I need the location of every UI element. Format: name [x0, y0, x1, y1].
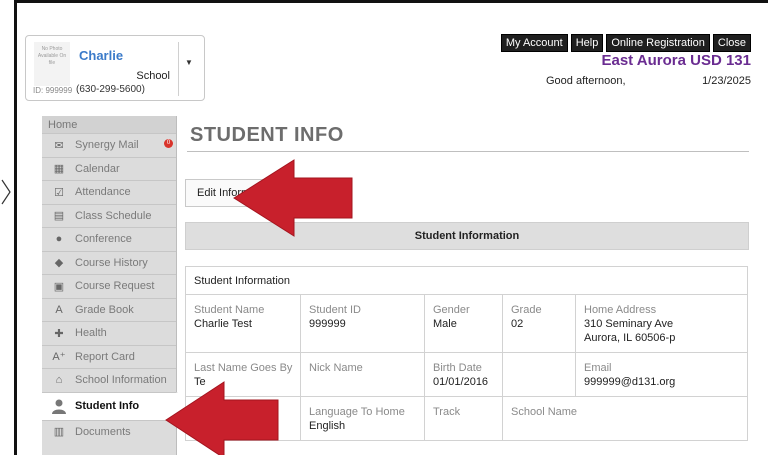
red-arrow-to-student-info	[165, 381, 279, 455]
sidebar-item-class-schedule[interactable]: ▤ Class Schedule	[42, 203, 176, 228]
sidebar-home[interactable]: Home	[42, 116, 176, 133]
table-cell: Birth Date 01/01/2016	[425, 353, 503, 396]
student-id: ID: 999999	[33, 86, 73, 95]
sidebar-item-label: Course Request	[75, 280, 155, 293]
district-name: East Aurora USD 131	[601, 52, 751, 69]
sidebar-item-health[interactable]: ✚ Health	[42, 321, 176, 345]
sidebar-item-label: Class Schedule	[75, 209, 152, 222]
page-title: STUDENT INFO	[190, 124, 344, 146]
my-account-button[interactable]: My Account	[500, 34, 568, 52]
calendar-icon: ▦	[53, 163, 65, 176]
sidebar-item-course-request[interactable]: ▣ Course Request	[42, 274, 176, 298]
title-divider	[187, 151, 749, 152]
student-photo: No Photo Available On file	[34, 42, 70, 86]
gradebook-icon: A	[55, 303, 63, 316]
sidebar-item-label: Course History	[75, 256, 148, 269]
sidebar-item-report-card[interactable]: A⁺ Report Card	[42, 344, 176, 369]
table-cell: Email 999999@d131.org	[584, 362, 676, 388]
student-phone: (630-299-5600)	[76, 84, 145, 95]
top-toolbar: My Account Help Online Registration Clos…	[500, 34, 751, 52]
school-icon: ⌂	[55, 374, 63, 387]
greeting: Good afternoon,	[546, 75, 626, 87]
table-cell: School Name	[511, 406, 578, 418]
mail-icon: ✉	[54, 139, 64, 152]
table-cell: Language To Home English	[301, 397, 425, 440]
table-title: Student Information	[186, 267, 747, 295]
table-cell: Student ID 999999	[301, 295, 425, 352]
sidebar-item-label: Attendance	[75, 186, 131, 199]
sidebar-item-label: Student Info	[75, 400, 140, 412]
sidebar-item-label: Health	[75, 327, 107, 340]
sidebar-item-grade-book[interactable]: A Grade Book	[42, 297, 176, 322]
sidebar-item-calendar[interactable]: ▦ Calendar	[42, 156, 176, 181]
chevron-down-icon[interactable]: ▼	[185, 58, 193, 67]
sidebar-item-label: Calendar	[75, 162, 120, 175]
sidebar-item-attendance[interactable]: ☑ Attendance	[42, 180, 176, 204]
student-card[interactable]: No Photo Available On file Charlie Schoo…	[25, 35, 205, 101]
table-cell: Grade 02	[503, 295, 576, 352]
table-cell: Student Name Charlie Test	[186, 295, 301, 352]
course-history-icon: ◆	[54, 257, 64, 270]
notification-badge: 0	[164, 139, 173, 148]
sidebar-item-label: Report Card	[75, 350, 135, 363]
sidebar-item-label: School Information	[75, 374, 167, 387]
sidebar: Home ✉ Synergy Mail 0 ▦ Calendar ☑ Atten…	[42, 116, 178, 455]
sidebar-item-documents[interactable]: ▥ Documents	[42, 419, 176, 444]
sidebar-item-label: Grade Book	[75, 303, 134, 316]
schedule-icon: ▤	[53, 210, 65, 223]
conference-icon: ●	[55, 233, 63, 246]
sidebar-item-label: Synergy Mail	[75, 139, 139, 152]
checkbox-icon: ☑	[54, 186, 64, 199]
health-icon: ✚	[54, 327, 64, 340]
sidebar-item-synergy-mail[interactable]: ✉ Synergy Mail 0	[42, 133, 176, 157]
table-cell	[503, 353, 576, 396]
student-icon	[50, 399, 68, 414]
table-cell: Home Address 310 Seminary Ave Aurora, IL 6…	[584, 304, 676, 344]
bracket-mark	[1, 179, 11, 205]
red-arrow-to-edit-button	[233, 159, 353, 237]
help-button[interactable]: Help	[570, 34, 604, 52]
current-date: 1/23/2025	[702, 75, 751, 87]
student-school: School	[136, 70, 170, 82]
sidebar-item-label: Documents	[75, 425, 131, 438]
table-cell: Nick Name	[301, 353, 425, 396]
sidebar-item-student-info[interactable]: Student Info	[42, 391, 178, 420]
student-name: Charlie	[79, 48, 124, 63]
table-row: Student Name Charlie Test Student ID 99999…	[186, 295, 747, 353]
sidebar-item-course-history[interactable]: ◆ Course History	[42, 250, 176, 275]
table-cell: Gender Male	[425, 295, 503, 352]
report-card-icon: A⁺	[52, 351, 66, 364]
card-divider	[178, 42, 179, 96]
close-button[interactable]: Close	[712, 34, 751, 52]
documents-icon: ▥	[53, 426, 65, 439]
sidebar-item-school-information[interactable]: ⌂ School Information	[42, 368, 176, 392]
course-request-icon: ▣	[53, 280, 65, 293]
sidebar-item-conference[interactable]: ● Conference	[42, 227, 176, 251]
sidebar-item-label: Conference	[75, 233, 132, 246]
online-registration-button[interactable]: Online Registration	[606, 34, 710, 52]
table-cell: Track	[425, 397, 503, 440]
